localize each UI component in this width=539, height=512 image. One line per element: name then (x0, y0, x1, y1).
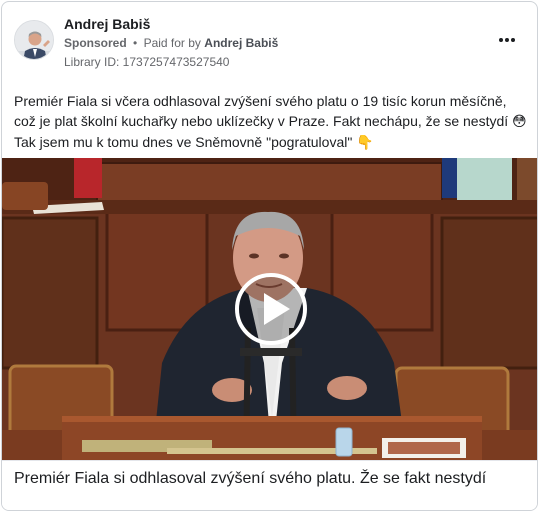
post-text-part1: Premiér Fiala si včera odhlasoval zvýšen… (14, 93, 513, 129)
ad-post-card: Andrej Babiš Sponsored • Paid for by And… (1, 1, 538, 511)
video-player[interactable] (2, 158, 537, 460)
post-body-text: Premiér Fiala si včera odhlasoval zvýšen… (14, 91, 528, 153)
flushed-face-emoji: 😳 (512, 114, 527, 130)
sponsored-label: Sponsored (64, 36, 127, 50)
sponsored-line: Sponsored • Paid for by Andrej Babiš (64, 36, 278, 50)
avatar-image (15, 21, 53, 59)
post-text-part2: Tak jsem mu k tomu dnes ve Sněmovně "pog… (14, 134, 357, 150)
separator-dot: • (133, 36, 138, 50)
play-button[interactable] (235, 273, 307, 345)
post-header: Andrej Babiš Sponsored • Paid for by And… (2, 2, 537, 74)
more-options-button[interactable] (495, 29, 519, 49)
play-icon (264, 293, 290, 325)
video-caption-bar[interactable]: Premiér Fiala si odhlasoval zvýšení svéh… (2, 460, 537, 510)
payer-name[interactable]: Andrej Babiš (204, 36, 278, 50)
paid-for-label: Paid for by (143, 36, 201, 50)
pointing-down-emoji: 👇 (356, 135, 374, 151)
author-avatar[interactable] (14, 20, 54, 60)
library-id: Library ID: 1737257473527540 (64, 55, 230, 69)
more-horizontal-icon (499, 38, 515, 42)
video-caption: Premiér Fiala si odhlasoval zvýšení svéh… (14, 470, 487, 487)
author-name[interactable]: Andrej Babiš (64, 16, 150, 32)
